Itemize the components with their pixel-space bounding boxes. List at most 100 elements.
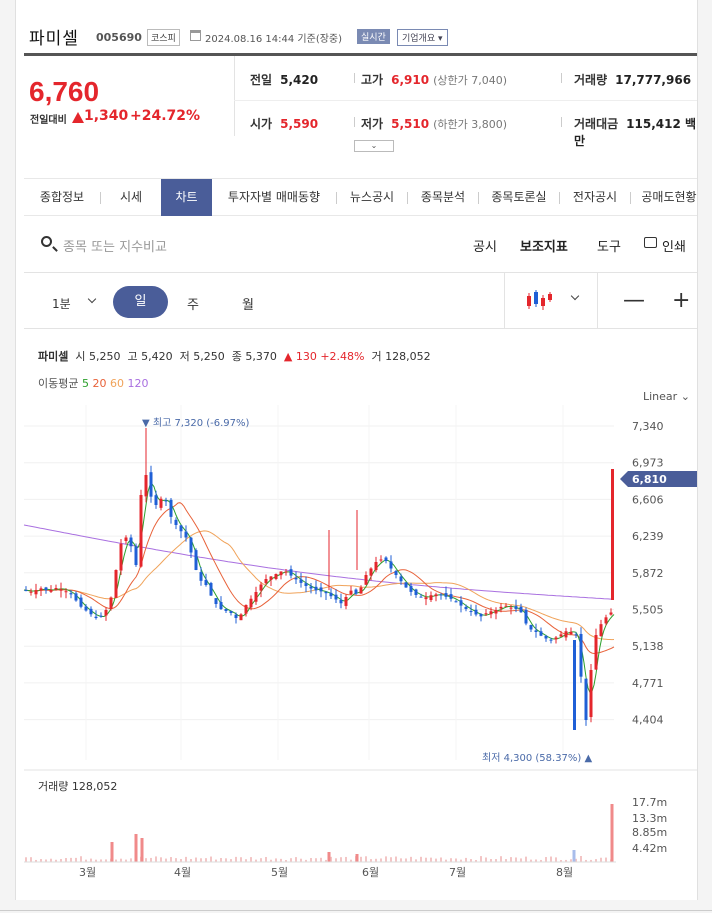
volume-bar bbox=[545, 857, 547, 862]
volume-bar bbox=[65, 858, 67, 862]
y-tick-label: 4,771 bbox=[632, 677, 664, 690]
volume-bar bbox=[365, 856, 367, 862]
volume-bar bbox=[600, 857, 602, 862]
candle-body bbox=[479, 613, 483, 617]
volume-bar bbox=[525, 856, 527, 862]
candle-body bbox=[89, 608, 93, 615]
volume-bar bbox=[145, 858, 147, 862]
candle-body bbox=[379, 559, 383, 561]
volume-bar bbox=[315, 858, 317, 862]
volume-bar bbox=[175, 858, 177, 862]
candle-body bbox=[149, 472, 153, 497]
volume-bar bbox=[150, 857, 152, 862]
volume-bar bbox=[572, 850, 576, 862]
candle-body bbox=[294, 577, 298, 580]
volume-bar bbox=[200, 858, 202, 862]
candle-body bbox=[384, 557, 388, 561]
candle-body bbox=[194, 550, 198, 570]
candle-body bbox=[529, 625, 533, 630]
volume-tick-label: 4.42m bbox=[632, 842, 667, 855]
candle-body bbox=[154, 495, 158, 505]
candle-body bbox=[399, 576, 403, 582]
candle-body bbox=[319, 587, 323, 592]
moving-average-line bbox=[23, 483, 615, 694]
candle-body bbox=[309, 586, 313, 589]
volume-bar bbox=[295, 857, 297, 862]
x-tick-label: 8월 bbox=[556, 866, 573, 879]
volume-bar bbox=[395, 856, 397, 862]
volume-bar bbox=[160, 857, 162, 862]
candle-body bbox=[39, 588, 43, 591]
candle-body bbox=[604, 617, 608, 624]
volume-bar bbox=[260, 858, 262, 862]
volume-bar bbox=[440, 857, 442, 862]
stock-chart-page: 파미셀 005690 코스피 2024.08.16 14:44 기준(장중) 실… bbox=[15, 0, 698, 900]
candle-body bbox=[459, 600, 463, 606]
volume-bar bbox=[134, 834, 138, 862]
candle-body bbox=[369, 568, 373, 576]
candle-body bbox=[219, 602, 223, 609]
candle-body bbox=[569, 631, 573, 635]
candle-body bbox=[29, 591, 33, 593]
volume-tick-label: 13.3m bbox=[632, 812, 667, 825]
candle-body bbox=[554, 637, 558, 640]
volume-bar bbox=[520, 858, 522, 862]
candle-body bbox=[544, 635, 548, 639]
candle-body bbox=[549, 639, 553, 641]
volume-bar bbox=[80, 856, 82, 862]
candle-body bbox=[573, 640, 576, 730]
volume-bar bbox=[550, 856, 552, 862]
y-tick-label: 4,404 bbox=[632, 714, 664, 727]
y-tick-label: 5,138 bbox=[632, 640, 664, 653]
candle-body bbox=[74, 593, 78, 601]
candle-body bbox=[54, 588, 58, 590]
volume-bar bbox=[170, 857, 172, 862]
candle-body bbox=[464, 606, 468, 609]
volume-bar bbox=[205, 858, 207, 862]
volume-bar bbox=[165, 858, 167, 862]
candle-body bbox=[84, 606, 88, 611]
x-tick-label: 7월 bbox=[449, 866, 466, 879]
volume-bar bbox=[430, 857, 432, 862]
candle-body bbox=[44, 587, 48, 591]
candle-body bbox=[364, 575, 368, 585]
x-tick-label: 3월 bbox=[79, 866, 96, 879]
volume-bar bbox=[275, 858, 277, 862]
volume-tick-label: 8.85m bbox=[632, 826, 667, 839]
volume-bar bbox=[225, 858, 227, 862]
volume-tick-label: 17.7m bbox=[632, 796, 667, 809]
candle-body bbox=[159, 498, 163, 508]
candle-body bbox=[409, 586, 413, 592]
candle-body bbox=[579, 633, 583, 677]
candle-body bbox=[169, 499, 173, 517]
y-tick-label: 6,973 bbox=[632, 457, 664, 470]
volume-bar bbox=[335, 858, 337, 862]
candle-body bbox=[454, 601, 458, 603]
y-tick-label: 5,505 bbox=[632, 604, 664, 617]
volume-bar bbox=[450, 858, 452, 862]
candle-body bbox=[59, 589, 63, 591]
candle-body bbox=[449, 594, 453, 599]
candle-body bbox=[64, 591, 68, 593]
candle-body bbox=[474, 609, 478, 615]
candle-body bbox=[269, 576, 273, 580]
volume-bar bbox=[250, 857, 252, 862]
volume-bar bbox=[265, 856, 267, 862]
candle-body bbox=[394, 570, 398, 575]
price-chart[interactable]: 7,340 6,973 6,606 6,239 5,872 5,505 5,138 4,771… bbox=[16, 0, 698, 900]
volume-bar bbox=[290, 858, 292, 862]
candle-body bbox=[179, 525, 183, 532]
candle-body bbox=[589, 670, 593, 718]
candle-body bbox=[509, 607, 513, 609]
candle-body bbox=[519, 606, 523, 613]
candle-body bbox=[244, 605, 248, 614]
candle-body bbox=[359, 587, 363, 594]
y-tick-label: 5,872 bbox=[632, 567, 664, 580]
candle-body bbox=[49, 589, 53, 592]
volume-bar bbox=[310, 858, 312, 862]
volume-bar bbox=[400, 858, 402, 862]
volume-bar bbox=[425, 857, 427, 862]
candle-body bbox=[289, 569, 293, 576]
candle-body bbox=[24, 590, 28, 592]
volume-bar bbox=[75, 857, 77, 862]
